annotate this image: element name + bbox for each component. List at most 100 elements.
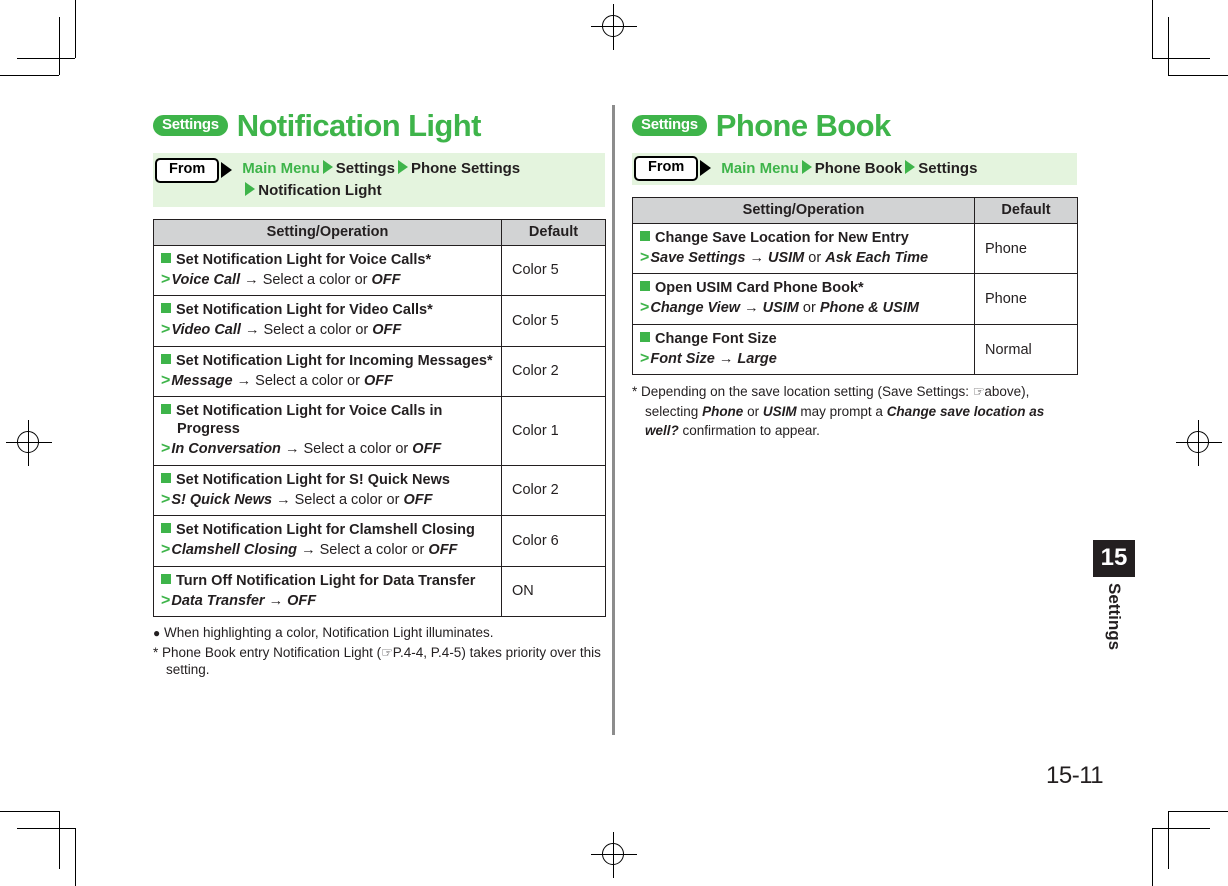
setting-title: Set Notification Light for Voice Calls i…	[161, 402, 495, 438]
setting-title-text: Open USIM Card Phone Book*	[655, 280, 864, 297]
page-title: Notification Light	[236, 108, 482, 143]
default-value-cell: Phone	[974, 222, 1078, 275]
chapter-label: Settings	[1105, 583, 1124, 651]
default-value-cell: Color 5	[501, 244, 606, 297]
default-value-cell: Color 5	[501, 295, 606, 347]
operation-option-1: USIM	[768, 249, 805, 266]
operation-line: >Voice Call → Select a color or OFF	[161, 270, 495, 289]
arrow-icon: →	[744, 300, 759, 317]
setting-operation-cell: Turn Off Notification Light for Data Tra…	[153, 565, 502, 618]
operation-item: Save Settings	[650, 249, 746, 266]
bullet-icon: ●	[153, 626, 161, 641]
operation-line: >Change View → USIM or Phone & USIM	[640, 298, 968, 317]
setting-operation-cell: Set Notification Light for Incoming Mess…	[153, 345, 502, 398]
arrow-icon: →	[749, 249, 764, 266]
chevron-right-icon: >	[161, 371, 171, 389]
operation-rest: Select a color or	[294, 491, 400, 508]
settings-badge: Settings	[632, 115, 707, 136]
path-segment-3: Phone Settings	[410, 160, 521, 177]
note-asterisk-text-a: Phone Book entry Notification Light (	[162, 644, 382, 660]
table-row: Change Font Size >Font Size → Large Norm…	[632, 323, 1078, 376]
arrow-icon: →	[244, 271, 259, 288]
setting-title-text: Turn Off Notification Light for Data Tra…	[176, 572, 476, 589]
setting-title-text: Set Notification Light for Voice Calls*	[176, 251, 432, 268]
note-asterisk: * Depending on the save location setting…	[632, 382, 1077, 441]
chevron-right-icon: >	[161, 591, 171, 609]
operation-item: Clamshell Closing	[171, 542, 298, 559]
operation-line: >Message → Select a color or OFF	[161, 371, 495, 390]
operation-tail: OFF	[363, 372, 393, 389]
table-row: Set Notification Light for S! Quick News…	[153, 464, 606, 517]
setting-title: Change Font Size	[640, 330, 968, 348]
default-value-cell: Color 6	[501, 515, 606, 567]
operation-line: >Save Settings → USIM or Ask Each Time	[640, 248, 968, 267]
path-chevron-icon	[905, 160, 916, 174]
setting-title: Change Save Location for New Entry	[640, 229, 968, 247]
note-reference: above	[984, 384, 1022, 400]
setting-title-text: Set Notification Light for Voice Calls i…	[176, 403, 443, 438]
setting-title: Set Notification Light for Incoming Mess…	[161, 352, 495, 370]
note-bold-1: Phone	[702, 403, 744, 419]
path-segment-2: Phone Book	[814, 160, 903, 177]
setting-title-text: Set Notification Light for Clamshell Clo…	[176, 522, 475, 539]
default-value-cell: Color 1	[501, 396, 606, 466]
operation-line: >S! Quick News → Select a color or OFF	[161, 490, 495, 509]
chevron-right-icon: >	[640, 299, 650, 317]
operation-tail: OFF	[372, 322, 402, 339]
operation-conjunction: or	[802, 300, 816, 317]
path-segment-4: Notification Light	[258, 181, 382, 199]
setting-title: Set Notification Light for Voice Calls*	[161, 251, 495, 269]
asterisk-icon: *	[632, 384, 638, 400]
operation-item: Font Size	[650, 350, 715, 367]
green-square-icon	[161, 472, 171, 483]
operation-line: >Clamshell Closing → Select a color or O…	[161, 540, 495, 559]
setting-title: Set Notification Light for S! Quick News	[161, 471, 495, 489]
table-row: Set Notification Light for Incoming Mess…	[153, 345, 606, 398]
setting-title: Set Notification Light for Clamshell Clo…	[161, 521, 495, 539]
note-text-c: or	[747, 403, 760, 419]
operation-tail: OFF	[412, 441, 442, 458]
arrow-icon: →	[284, 441, 300, 458]
setting-title-text: Set Notification Light for Video Calls*	[176, 302, 433, 319]
chevron-right-icon: >	[161, 440, 171, 458]
note-bold-2: USIM	[762, 403, 797, 419]
from-label: From	[155, 158, 220, 183]
table-row: Open USIM Card Phone Book* >Change View …	[632, 273, 1078, 325]
note-text-e: confirmation to appear.	[682, 423, 820, 439]
path-segment-1: Main Menu	[721, 160, 799, 177]
table-row: Set Notification Light for Video Calls* …	[153, 295, 606, 347]
chevron-right-icon: >	[640, 349, 650, 367]
path-segment-3: Settings	[918, 160, 978, 177]
green-square-icon	[161, 353, 171, 364]
chapter-tab: 15 Settings	[1093, 540, 1135, 655]
default-value-cell: ON	[501, 565, 606, 618]
phone-book-table: Setting/Operation Default Change Save Lo…	[632, 196, 1078, 376]
note-asterisk: * Phone Book entry Notification Light (☞…	[153, 644, 605, 679]
right-section-header: Settings Phone Book	[632, 110, 1077, 141]
operation-item: S! Quick News	[171, 491, 273, 508]
operation-option-2: Ask Each Time	[825, 249, 929, 266]
default-value-cell: Color 2	[501, 464, 606, 517]
arrow-icon: →	[244, 322, 260, 339]
operation-item: Message	[171, 372, 233, 389]
setting-operation-cell: Change Save Location for New Entry >Save…	[632, 222, 975, 275]
page-number: 15-11	[1046, 762, 1104, 789]
setting-operation-cell: Set Notification Light for S! Quick News…	[153, 464, 502, 517]
page-title: Phone Book	[715, 108, 891, 143]
operation-rest: Select a color or	[255, 372, 360, 389]
operation-tail: OFF	[428, 542, 458, 559]
green-square-icon	[161, 252, 171, 263]
green-square-icon	[640, 281, 650, 292]
setting-operation-cell: Set Notification Light for Voice Calls* …	[153, 244, 502, 297]
note-bullet-text: When highlighting a color, Notification …	[164, 625, 494, 641]
column-header-default: Default	[501, 218, 606, 246]
right-navigation-path: Main Menu Phone Book Settings	[711, 153, 983, 185]
operation-rest: Select a color or	[303, 441, 409, 458]
arrow-icon: →	[301, 542, 316, 559]
left-section-header: Settings Notification Light	[153, 110, 605, 141]
setting-title-text: Set Notification Light for Incoming Mess…	[176, 352, 493, 369]
operation-rest: Select a color or	[319, 542, 425, 559]
note-page-reference: P.4-4, P.4-5	[392, 644, 462, 660]
column-divider	[612, 105, 615, 735]
operation-line: >Data Transfer → OFF	[161, 591, 495, 610]
